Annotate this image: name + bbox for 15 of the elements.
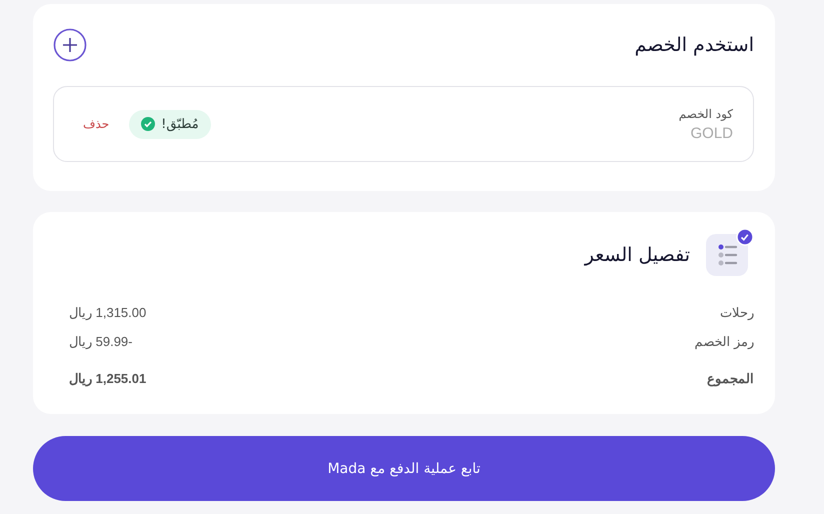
price-amount: 1,255.01 ريال	[69, 371, 146, 386]
section-title: استخدم الخصم	[634, 34, 754, 56]
field-value: GOLD	[689, 124, 733, 142]
price-amount: 1,315.00 ريال	[69, 305, 146, 320]
field-label: كود الخصم	[678, 106, 733, 120]
price-label: رحلات	[720, 305, 754, 320]
remove-link[interactable]: حذف	[83, 117, 110, 131]
price-label: رمز الخصم	[694, 334, 754, 349]
section-title: تفصيل السعر	[584, 244, 690, 266]
add-icon[interactable]	[53, 28, 87, 62]
price-amount: -59.99 ريال	[69, 334, 133, 349]
check-icon	[141, 117, 156, 131]
pay-button[interactable]: تابع عملية الدفع مع Mada	[33, 436, 775, 501]
price-label: المجموع	[707, 371, 754, 386]
applied-badge: مُطبّق!	[129, 110, 211, 138]
